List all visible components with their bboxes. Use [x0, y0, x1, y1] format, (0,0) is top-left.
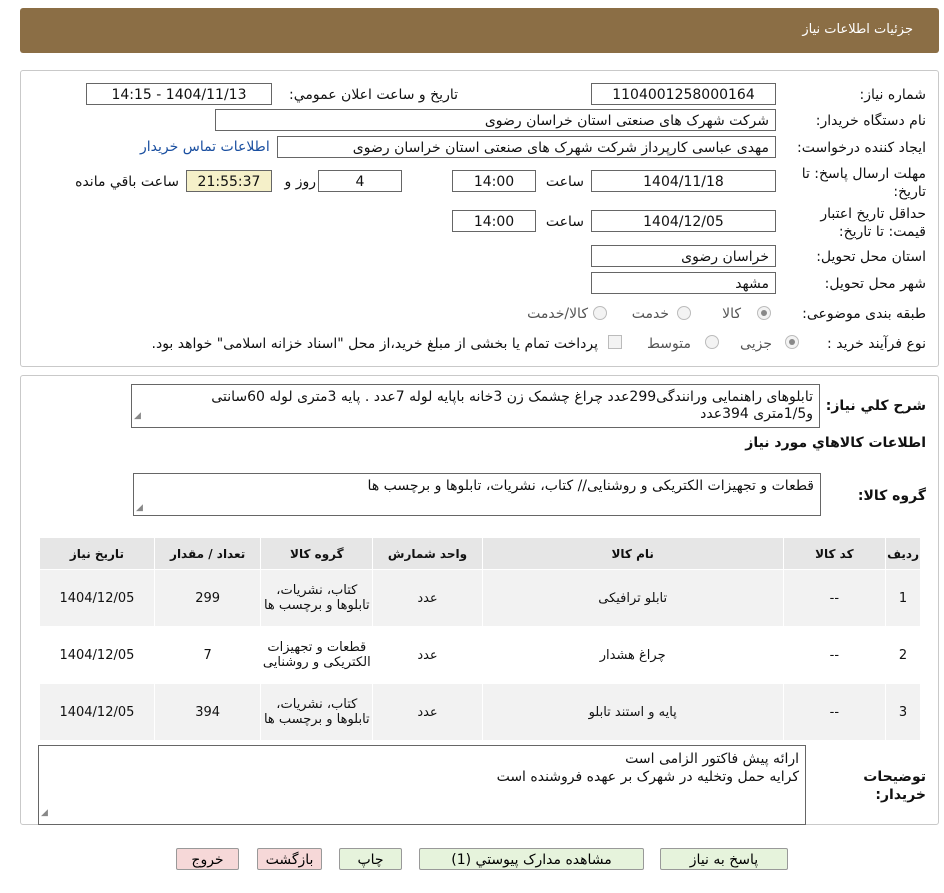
- need-number-field: 1104001258000164: [591, 83, 776, 105]
- deadline-time-label: ساعت: [545, 174, 584, 190]
- process-label: نوع فرآیند خرید :: [827, 336, 926, 352]
- announce-label: تاريخ و ساعت اعلان عمومي:: [289, 87, 458, 103]
- remaining-time-label: ساعت باقي مانده: [75, 174, 179, 190]
- back-button[interactable]: بازگشت: [257, 848, 322, 870]
- process-radio-medium[interactable]: [705, 335, 719, 349]
- city-field: مشهد: [591, 272, 776, 294]
- treasury-bonds-checkbox[interactable]: [608, 335, 622, 349]
- resize-grip-icon[interactable]: ◢: [136, 503, 143, 513]
- days-label: روز و: [284, 174, 317, 190]
- category-option-goods: کالا: [722, 306, 741, 322]
- validity-label: حداقل تاریخ اعتبار قیمت: تا تاریخ:: [820, 206, 926, 240]
- cell-qty: 394: [153, 683, 262, 741]
- cell-code: --: [782, 683, 887, 741]
- category-option-service: خدمت: [631, 306, 669, 322]
- col-date: تاریخ نیاز: [39, 537, 155, 570]
- category-option-goods-service: کالا/خدمت: [527, 306, 588, 322]
- cell-unit: عدد: [372, 569, 483, 627]
- items-table: رديف کد کالا نام کالا واحد شمارش گروه کا…: [39, 537, 921, 741]
- col-name: نام کالا: [481, 537, 784, 570]
- reply-button[interactable]: پاسخ به نیاز: [660, 848, 788, 870]
- cell-row: 2: [885, 626, 921, 684]
- category-label: طبقه بندی موضوعی:: [802, 306, 926, 322]
- city-label: شهر محل تحویل:: [824, 276, 926, 292]
- col-code: کد کالا: [782, 537, 887, 570]
- buyer-org-label: نام دستگاه خریدار:: [815, 113, 926, 129]
- table-row: 1 -- تابلو ترافیکی عدد کتاب، نشریات، تاب…: [39, 569, 921, 627]
- print-button[interactable]: چاپ: [339, 848, 402, 870]
- deadline-date-field: 1404/11/18: [591, 170, 776, 192]
- cell-unit: عدد: [372, 683, 483, 741]
- page-header: جزئیات اطلاعات نیاز: [20, 8, 939, 53]
- creator-field: مهدی عباسی کارپرداز شرکت شهرک های صنعتی …: [277, 136, 776, 158]
- validity-date-field: 1404/12/05: [591, 210, 776, 232]
- cell-date: 1404/12/05: [39, 569, 155, 627]
- table-header-row: رديف کد کالا نام کالا واحد شمارش گروه کا…: [39, 537, 921, 570]
- cell-name: پایه و استند تابلو: [481, 683, 784, 741]
- summary-textarea[interactable]: تابلوهای راهنمایی ورانندگی299عدد چراغ چش…: [131, 384, 820, 428]
- cell-unit: عدد: [372, 626, 483, 684]
- page-title: جزئیات اطلاعات نیاز: [802, 22, 913, 37]
- goods-group-textarea[interactable]: قطعات و تجهیزات الکتریکی و روشنایی// کتا…: [133, 473, 821, 516]
- buyer-notes-label: توضیحات خریدار:: [863, 769, 926, 803]
- deadline-label: مهلت ارسال پاسخ: تا تاریخ:: [801, 166, 926, 200]
- summary-label: شرح کلي نياز:: [825, 398, 926, 414]
- province-label: استان محل تحویل:: [816, 249, 926, 265]
- goods-group-label: گروه کالا:: [857, 488, 926, 504]
- exit-button[interactable]: خروج: [176, 848, 239, 870]
- category-radio-goods[interactable]: [757, 306, 771, 320]
- resize-grip-icon[interactable]: ◢: [134, 408, 141, 425]
- buyer-contact-link[interactable]: اطلاعات تماس خریدار: [140, 139, 270, 155]
- buyer-notes-line-2: کرایه حمل وتخلیه در شهرک بر عهده فروشنده…: [496, 769, 799, 785]
- summary-line-2: و1/5متری 394عدد: [700, 406, 813, 422]
- cell-group: کتاب، نشریات، تابلوها و برچسب ها: [260, 569, 374, 627]
- goods-group-text: قطعات و تجهیزات الکتریکی و روشنایی// کتا…: [367, 478, 814, 494]
- treasury-bonds-note: پرداخت تمام یا بخشی از مبلغ خرید،از محل …: [151, 336, 598, 352]
- cell-group: کتاب، نشریات، تابلوها و برچسب ها: [260, 683, 374, 741]
- deadline-time-field: 14:00: [452, 170, 536, 192]
- table-row: 3 -- پایه و استند تابلو عدد کتاب، نشریات…: [39, 683, 921, 741]
- cell-code: --: [782, 569, 887, 627]
- remaining-days-field: 4: [318, 170, 402, 192]
- cell-group: قطعات و تجهیزات الکتریکی و روشنایی: [260, 626, 374, 684]
- cell-name: چراغ هشدار: [481, 626, 784, 684]
- resize-grip-icon[interactable]: ◢: [41, 804, 48, 822]
- cell-name: تابلو ترافیکی: [481, 569, 784, 627]
- cell-row: 1: [885, 569, 921, 627]
- buyer-notes-line-1: ارائه پیش فاکتور الزامی است: [625, 751, 799, 767]
- process-option-medium: متوسط: [647, 336, 691, 352]
- remaining-time-field: 21:55:37: [186, 170, 272, 192]
- goods-section-title: اطلاعات کالاهاي مورد نياز: [745, 435, 926, 451]
- category-radio-goods-service[interactable]: [593, 306, 607, 320]
- buyer-org-field: شرکت شهرک های صنعتی استان خراسان رضوی: [215, 109, 776, 131]
- view-attachments-button[interactable]: مشاهده مدارک پیوستي (1): [419, 848, 644, 870]
- creator-label: ایجاد کننده درخواست:: [797, 140, 926, 156]
- province-field: خراسان رضوی: [591, 245, 776, 267]
- process-radio-minor[interactable]: [785, 335, 799, 349]
- col-qty: تعداد / مقدار: [153, 537, 262, 570]
- col-unit: واحد شمارش: [372, 537, 483, 570]
- cell-qty: 299: [153, 569, 262, 627]
- validity-time-field: 14:00: [452, 210, 536, 232]
- table-row: 2 -- چراغ هشدار عدد قطعات و تجهیزات الکت…: [39, 626, 921, 684]
- cell-qty: 7: [153, 626, 262, 684]
- cell-date: 1404/12/05: [39, 683, 155, 741]
- validity-time-label: ساعت: [545, 214, 584, 230]
- process-option-minor: جزیی: [740, 336, 772, 352]
- summary-line-1: تابلوهای راهنمایی ورانندگی299عدد چراغ چش…: [211, 389, 813, 405]
- col-group: گروه کالا: [260, 537, 374, 570]
- announce-datetime-field: 1404/11/13 - 14:15: [86, 83, 272, 105]
- cell-date: 1404/12/05: [39, 626, 155, 684]
- col-row: رديف: [885, 537, 921, 570]
- need-number-label: شماره نیاز:: [859, 87, 927, 103]
- buyer-notes-textarea[interactable]: ارائه پیش فاکتور الزامی است کرایه حمل وت…: [38, 745, 806, 825]
- cell-code: --: [782, 626, 887, 684]
- cell-row: 3: [885, 683, 921, 741]
- category-radio-service[interactable]: [677, 306, 691, 320]
